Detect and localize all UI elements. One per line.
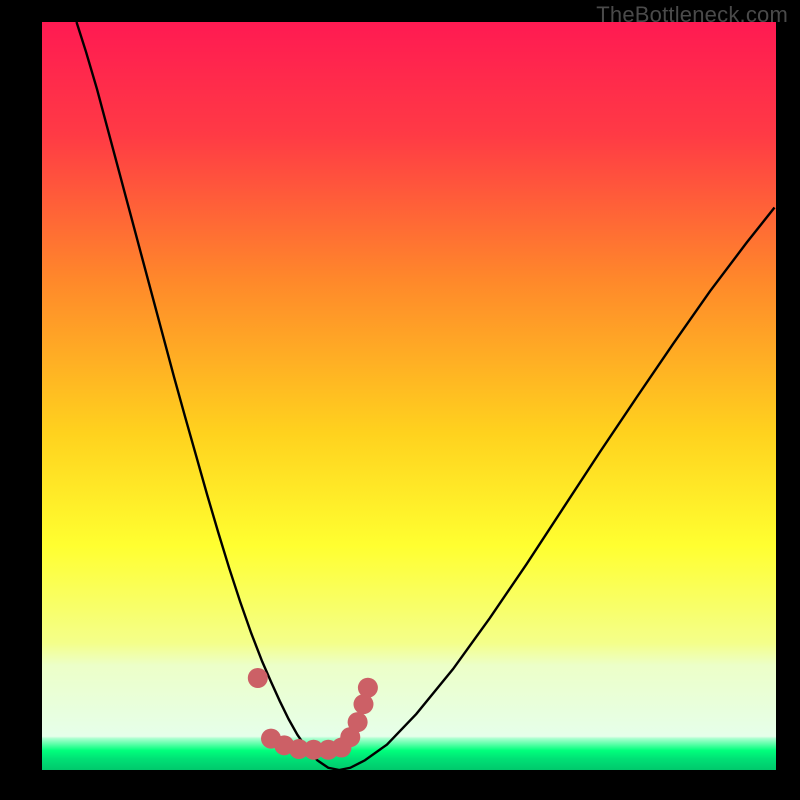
chart-frame: TheBottleneck.com bbox=[0, 0, 800, 800]
marker-dot bbox=[348, 712, 368, 732]
marker-dot bbox=[358, 678, 378, 698]
gradient-background bbox=[42, 22, 776, 770]
bottleneck-chart bbox=[42, 22, 776, 770]
marker-dot bbox=[248, 668, 268, 688]
